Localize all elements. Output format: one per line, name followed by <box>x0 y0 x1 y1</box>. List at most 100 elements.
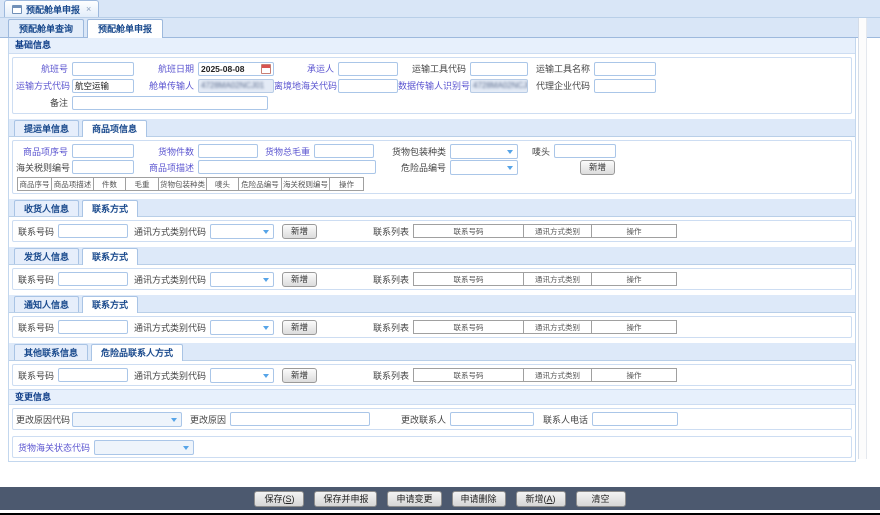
goods-col-qty: 件数 <box>94 178 126 191</box>
consignee-contact-list-label: 联系列表 <box>365 225 413 238</box>
notify-comm-type-label: 通讯方式类别代码 <box>128 321 210 334</box>
apply-delete-button[interactable]: 申请删除 <box>452 491 506 507</box>
shipper-phone-label: 联系号码 <box>16 273 58 286</box>
transport-mode-input[interactable] <box>72 79 134 93</box>
transport-mode-label: 运输方式代码 <box>16 79 72 92</box>
cargo-status-code-select[interactable] <box>94 440 194 455</box>
tab-consignee-info[interactable]: 收货人信息 <box>14 200 79 216</box>
shipper-phone-input[interactable] <box>58 272 128 286</box>
change-reason-code-select[interactable] <box>72 412 182 427</box>
change-contact-input[interactable] <box>450 412 534 426</box>
consignee-comm-type-select[interactable] <box>210 224 274 239</box>
contact-col-action: 操作 <box>592 369 677 382</box>
change-reason-input[interactable] <box>230 412 370 426</box>
goods-item-no-input[interactable] <box>72 144 134 158</box>
cargo-status-form: 货物海关状态代码 <box>12 436 852 458</box>
shipper-add-button[interactable]: 新增 <box>282 272 317 287</box>
contact-col-phone: 联系号码 <box>414 225 524 238</box>
goods-mark-input[interactable] <box>554 144 616 158</box>
tab-other-contact-info[interactable]: 其他联系信息 <box>14 344 88 360</box>
goods-col-weight: 毛重 <box>126 178 159 191</box>
consignee-add-button[interactable]: 新增 <box>282 224 317 239</box>
nav-tab-bar: 预配舱单查询 预配舱单申报 <box>0 18 880 38</box>
goods-tab-bar: 提运单信息 商品项信息 <box>9 119 855 137</box>
danger-contact-form: 联系号码 通讯方式类别代码 新增 联系列表 联系号码 通讯方式类别 操作 <box>12 364 852 386</box>
tab-shipper-contact[interactable]: 联系方式 <box>82 248 138 265</box>
close-icon[interactable]: × <box>86 4 91 14</box>
agent-code-input[interactable] <box>594 79 656 93</box>
contact-col-phone: 联系号码 <box>414 273 524 286</box>
danger-phone-input[interactable] <box>58 368 128 382</box>
cargo-status-code-label: 货物海关状态代码 <box>16 441 94 454</box>
notify-comm-type-select[interactable] <box>210 320 274 335</box>
save-button[interactable]: 保存(S) <box>254 491 304 507</box>
agent-code-label: 代理企业代码 <box>528 79 594 92</box>
base-info-form: 航班号 航班日期 2025-08-08 承运人 运输工具代码 运输工具名称 运输… <box>12 57 852 114</box>
danger-contact-list-table: 联系号码 通讯方式类别 操作 <box>413 368 677 382</box>
tab-manifest-declare[interactable]: 预配舱单申报 <box>87 19 163 38</box>
danger-comm-type-select[interactable] <box>210 368 274 383</box>
remarks-input[interactable] <box>72 96 268 110</box>
contact-table-header-row: 联系号码 通讯方式类别 操作 <box>414 273 677 286</box>
window-tab[interactable]: 预配舱单申报 × <box>4 0 99 17</box>
flight-date-field[interactable]: 2025-08-08 <box>198 62 274 76</box>
tab-notify-info[interactable]: 通知人信息 <box>14 296 79 312</box>
vehicle-name-input[interactable] <box>594 62 656 76</box>
goods-danger-code-select[interactable] <box>450 160 518 175</box>
change-info-form: 更改原因代码 更改原因 更改联系人 联系人电话 <box>12 408 852 430</box>
contact-phone-input[interactable] <box>592 412 678 426</box>
danger-comm-type-label: 通讯方式类别代码 <box>128 369 210 382</box>
goods-desc-input[interactable] <box>198 160 376 174</box>
vehicle-code-input[interactable] <box>470 62 528 76</box>
add-button[interactable]: 新增(A) <box>516 491 566 507</box>
goods-hs-code-input[interactable] <box>72 160 134 174</box>
danger-add-button[interactable]: 新增 <box>282 368 317 383</box>
carrier-input[interactable] <box>338 62 398 76</box>
apply-change-button[interactable]: 申请变更 <box>387 491 441 507</box>
exit-customs-label: 离境地海关代码 <box>274 79 338 92</box>
shipper-contact-list-table: 联系号码 通讯方式类别 操作 <box>413 272 677 286</box>
tab-shipper-info[interactable]: 发货人信息 <box>14 248 79 264</box>
vehicle-name-label: 运输工具名称 <box>528 62 594 75</box>
flight-no-input[interactable] <box>72 62 134 76</box>
goods-qty-input[interactable] <box>198 144 258 158</box>
chevron-down-icon <box>507 166 513 170</box>
shipper-contact-form: 联系号码 通讯方式类别代码 新增 联系列表 联系号码 通讯方式类别 操作 <box>12 268 852 290</box>
contact-table-header-row: 联系号码 通讯方式类别 操作 <box>414 321 677 334</box>
consignee-tab-bar: 收货人信息 联系方式 <box>9 199 855 217</box>
clear-button[interactable]: 清空 <box>576 491 626 507</box>
tab-consignee-contact[interactable]: 联系方式 <box>82 200 138 217</box>
consignee-comm-type-label: 通讯方式类别代码 <box>128 225 210 238</box>
change-info-row: 更改原因代码 更改原因 更改联系人 联系人电话 <box>13 411 851 427</box>
vehicle-code-label: 运输工具代码 <box>398 62 470 75</box>
notify-tab-bar: 通知人信息 联系方式 <box>9 295 855 313</box>
calendar-icon[interactable] <box>261 64 271 74</box>
manifest-sender-field: 4728MA02NCJ01 <box>198 79 274 93</box>
data-sender-id-label: 数据传输人识别号 <box>398 79 470 92</box>
tab-notify-contact[interactable]: 联系方式 <box>82 296 138 313</box>
footer-toolbar: 保存(S) 保存并申报 申请变更 申请删除 新增(A) 清空 <box>0 487 880 510</box>
exit-customs-input[interactable] <box>338 79 398 93</box>
goods-pkg-type-select[interactable] <box>450 144 518 159</box>
goods-add-button[interactable]: 新增 <box>580 160 615 175</box>
goods-mark-label: 唛头 <box>518 145 554 158</box>
goods-qty-label: 货物件数 <box>134 145 198 158</box>
goods-weight-label: 货物总毛重 <box>258 145 314 158</box>
section-header-base-info: 基础信息 <box>9 38 855 54</box>
tab-bill-info[interactable]: 提运单信息 <box>14 120 79 136</box>
consignee-phone-input[interactable] <box>58 224 128 238</box>
notify-contact-form: 联系号码 通讯方式类别代码 新增 联系列表 联系号码 通讯方式类别 操作 <box>12 316 852 338</box>
goods-item-no-label: 商品项序号 <box>16 145 72 158</box>
chevron-down-icon <box>263 374 269 378</box>
contact-col-type: 通讯方式类别 <box>524 321 592 334</box>
scrollbar[interactable] <box>858 18 867 459</box>
shipper-comm-type-select[interactable] <box>210 272 274 287</box>
tab-manifest-query[interactable]: 预配舱单查询 <box>8 19 84 37</box>
notify-add-button[interactable]: 新增 <box>282 320 317 335</box>
goods-weight-input[interactable] <box>314 144 374 158</box>
save-and-declare-button[interactable]: 保存并申报 <box>314 491 377 507</box>
flight-date-value: 2025-08-08 <box>201 64 244 74</box>
tab-danger-contact[interactable]: 危险品联系人方式 <box>91 344 183 361</box>
tab-goods-info[interactable]: 商品项信息 <box>82 120 147 137</box>
notify-phone-input[interactable] <box>58 320 128 334</box>
